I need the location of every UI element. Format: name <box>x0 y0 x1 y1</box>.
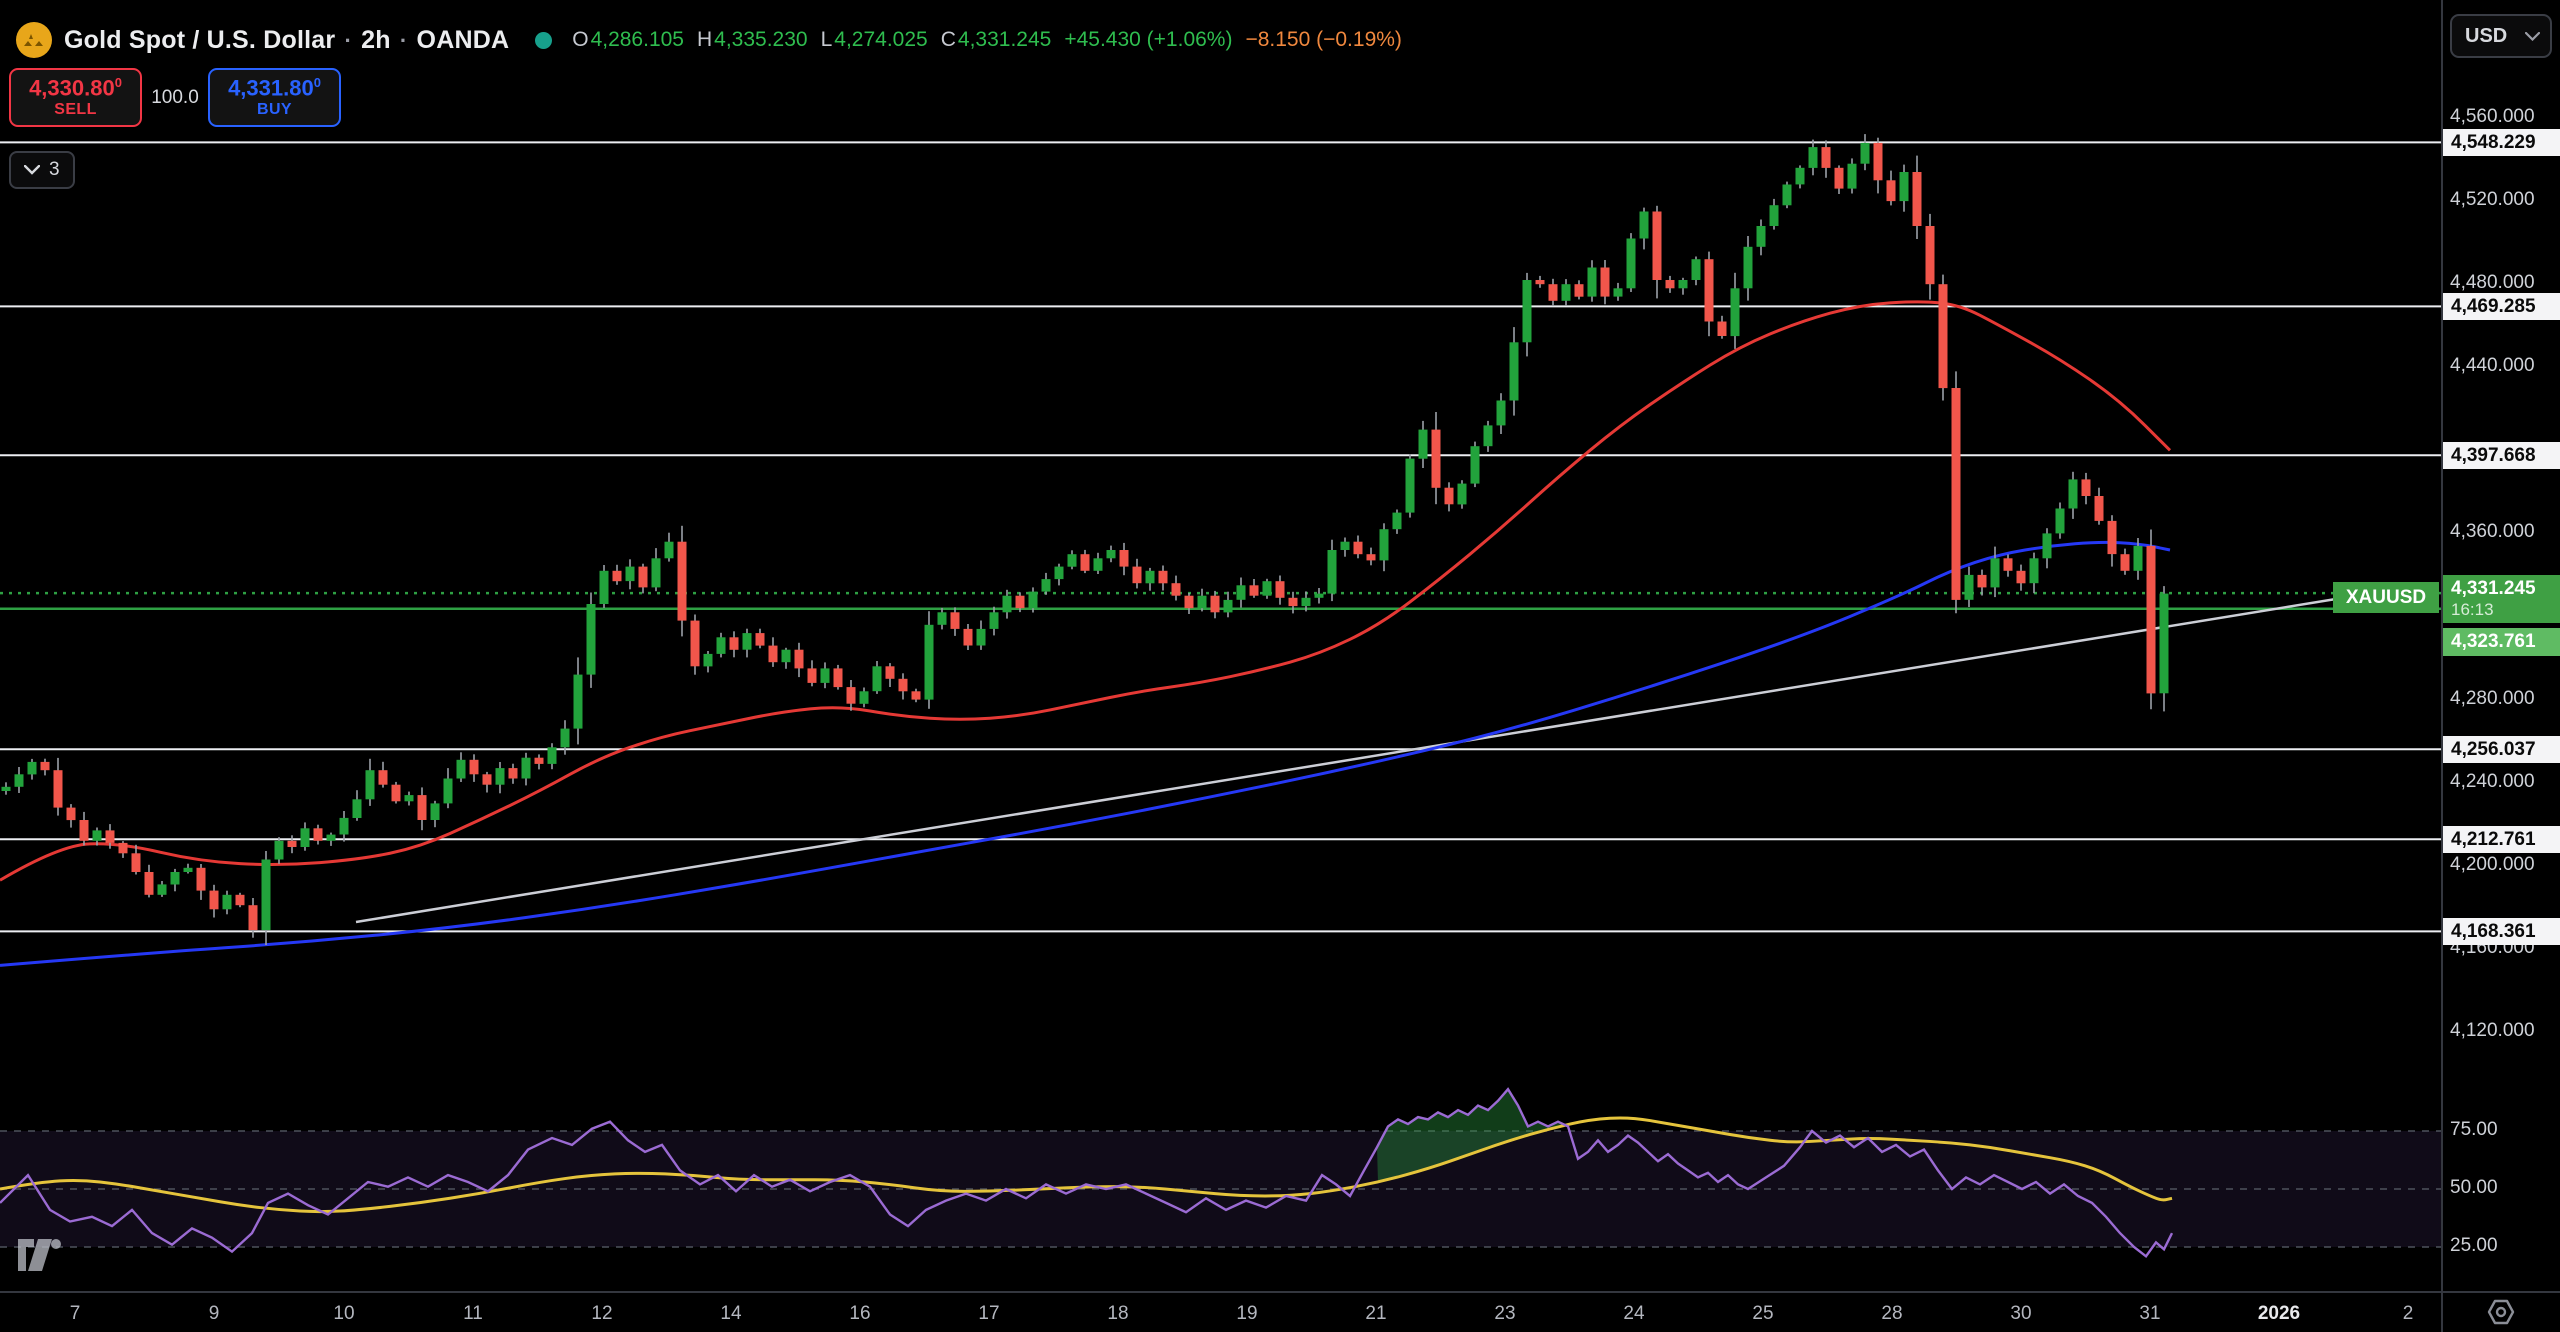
price-level-badge: 4,256.037 <box>2443 736 2560 763</box>
chevron-down-icon <box>2525 32 2540 41</box>
chart-header: Gold Spot / U.S. Dollar · 2h · OANDA O4,… <box>16 22 1402 58</box>
object-tree-collapse-button[interactable]: 3 <box>9 151 75 189</box>
time-tick-label: 18 <box>1107 1303 1128 1325</box>
trading-chart-window: Gold Spot / U.S. Dollar · 2h · OANDA O4,… <box>0 0 2560 1332</box>
time-tick-label: 23 <box>1494 1303 1515 1325</box>
indicator-tick-label: 75.00 <box>2450 1119 2498 1141</box>
price-axis-separator <box>2441 0 2443 1332</box>
currency-selector[interactable]: USD <box>2450 14 2552 58</box>
ohlc-readout: O4,286.105 H4,335.230 L4,274.025 C4,331.… <box>572 28 1402 52</box>
symbol-flag-label: XAUUSD <box>2333 582 2439 613</box>
change-value: +45.430 (+1.06%) <box>1064 28 1232 52</box>
spread-value: 100.0 <box>142 87 208 109</box>
gold-coin-icon <box>16 22 52 58</box>
time-tick-label: 16 <box>849 1303 870 1325</box>
separator-dot: · <box>344 28 352 53</box>
price-level-badge: 4,397.668 <box>2443 442 2560 469</box>
timezone-settings-icon[interactable] <box>2486 1298 2516 1331</box>
current-price-badge: 4,331.24516:13 <box>2443 575 2560 623</box>
time-tick-label: 2 <box>2403 1303 2414 1325</box>
time-axis-separator <box>0 1291 2560 1293</box>
time-tick-label: 7 <box>70 1303 81 1325</box>
extended-change-value: −8.150 (−0.19%) <box>1245 28 1401 52</box>
close-value: 4,331.245 <box>958 28 1051 51</box>
timeframe-label[interactable]: 2h <box>361 26 391 54</box>
price-tick-label: 4,360.000 <box>2450 521 2535 543</box>
low-value: 4,274.025 <box>834 28 927 51</box>
price-tick-label: 4,520.000 <box>2450 189 2535 211</box>
chevron-down-icon <box>24 165 40 175</box>
time-tick-label: 17 <box>978 1303 999 1325</box>
separator-dot: · <box>400 28 408 53</box>
price-tick-label: 4,240.000 <box>2450 771 2535 793</box>
time-tick-label: 19 <box>1236 1303 1257 1325</box>
time-tick-label: 10 <box>333 1303 354 1325</box>
price-tick-label: 4,440.000 <box>2450 355 2535 377</box>
bar-countdown: 16:13 <box>2451 600 2560 620</box>
price-level-badge: 4,469.285 <box>2443 293 2560 320</box>
tradingview-logo[interactable] <box>16 1237 78 1278</box>
open-value: 4,286.105 <box>591 28 684 51</box>
time-tick-label: 28 <box>1881 1303 1902 1325</box>
indicator-tick-label: 25.00 <box>2450 1235 2498 1257</box>
time-tick-label: 2026 <box>2258 1303 2300 1325</box>
buy-button[interactable]: 4,331.800 BUY <box>208 68 341 127</box>
time-tick-label: 24 <box>1623 1303 1644 1325</box>
trade-panel: 4,330.800 SELL 100.0 4,331.800 BUY <box>9 68 341 127</box>
price-level-badge: 4,212.761 <box>2443 826 2560 853</box>
time-tick-label: 31 <box>2139 1303 2160 1325</box>
time-tick-label: 25 <box>1752 1303 1773 1325</box>
market-status-icon[interactable] <box>535 32 552 49</box>
symbol-title[interactable]: Gold Spot / U.S. Dollar · 2h · OANDA <box>64 26 509 55</box>
price-tick-label: 4,480.000 <box>2450 272 2535 294</box>
price-tick-label: 4,560.000 <box>2450 106 2535 128</box>
price-tick-label: 4,280.000 <box>2450 688 2535 710</box>
candlestick-chart-canvas[interactable] <box>0 0 2560 1332</box>
secondary-price-badge: 4,323.761 <box>2443 628 2560 656</box>
price-tick-label: 4,120.000 <box>2450 1020 2535 1042</box>
high-value: 4,335.230 <box>714 28 807 51</box>
time-tick-label: 12 <box>591 1303 612 1325</box>
time-tick-label: 11 <box>463 1303 483 1325</box>
price-tick-label: 4,200.000 <box>2450 854 2535 876</box>
time-tick-label: 21 <box>1365 1303 1386 1325</box>
indicator-tick-label: 50.00 <box>2450 1177 2498 1199</box>
time-tick-label: 14 <box>720 1303 741 1325</box>
exchange-label: OANDA <box>417 26 510 54</box>
time-tick-label: 30 <box>2010 1303 2031 1325</box>
time-tick-label: 9 <box>209 1303 220 1325</box>
price-level-badge: 4,548.229 <box>2443 129 2560 156</box>
sell-button[interactable]: 4,330.800 SELL <box>9 68 142 127</box>
price-level-badge: 4,168.361 <box>2443 918 2560 945</box>
